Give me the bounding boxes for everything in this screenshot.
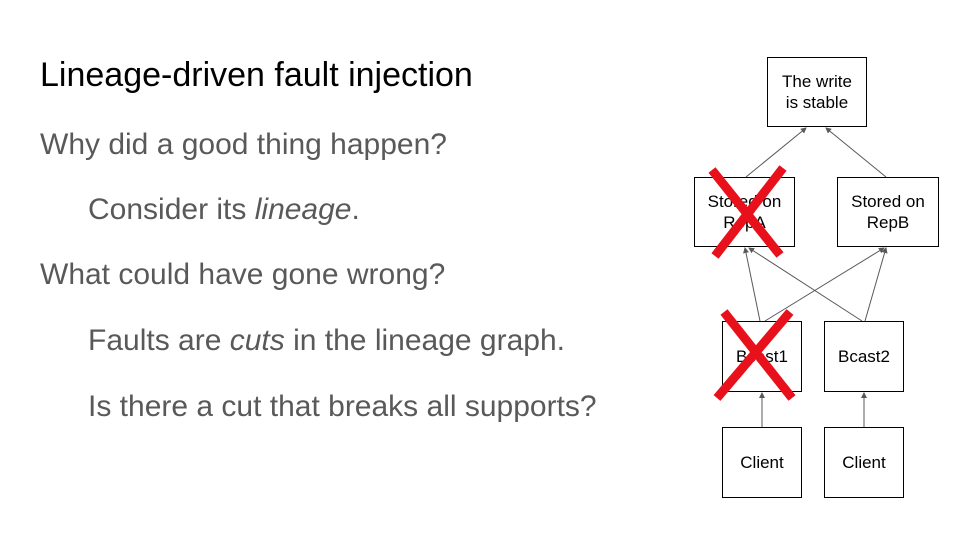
cross-bcast1-icon [713, 309, 796, 401]
fault-cut-marks [708, 165, 796, 401]
cross-repa-icon [708, 165, 787, 259]
